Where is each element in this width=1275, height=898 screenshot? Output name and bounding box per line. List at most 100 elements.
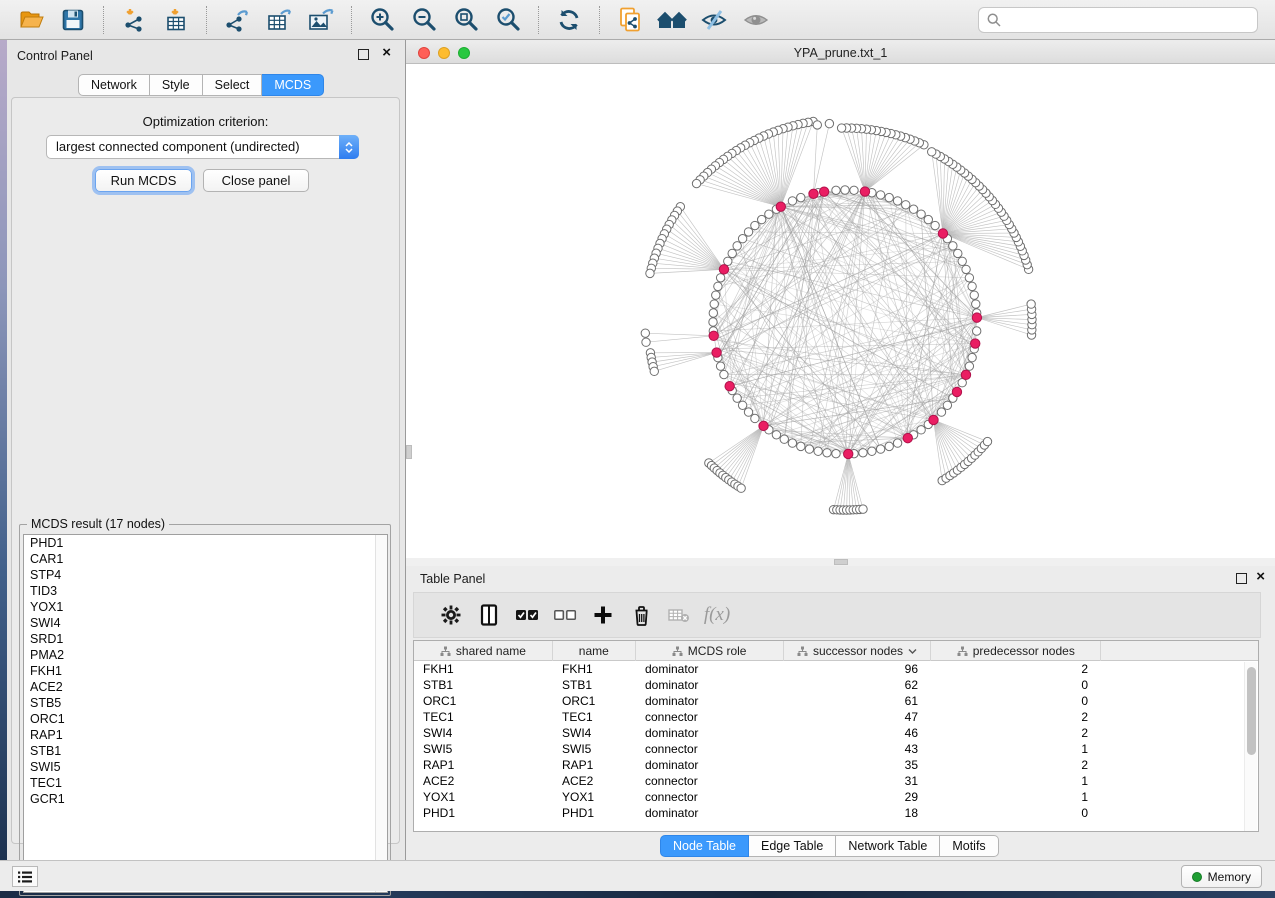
table-row[interactable]: TEC1TEC1connector472 — [414, 709, 1258, 725]
mcds-result-item[interactable]: TID3 — [24, 583, 387, 599]
zoom-in-icon[interactable] — [365, 4, 399, 36]
delete-row-icon[interactable] — [622, 600, 660, 630]
mcds-result-item[interactable]: TEC1 — [24, 775, 387, 791]
mcds-result-item[interactable]: FKH1 — [24, 663, 387, 679]
task-history-button[interactable] — [12, 866, 38, 887]
table-row[interactable]: STB1STB1dominator620 — [414, 677, 1258, 693]
deselect-all-icon[interactable] — [546, 600, 584, 630]
table-tab-edge-table[interactable]: Edge Table — [749, 835, 836, 857]
copy-network-icon[interactable] — [613, 4, 647, 36]
table-tab-node-table[interactable]: Node Table — [660, 835, 749, 857]
mcds-list-scrollbar[interactable] — [375, 535, 387, 892]
hide-selected-icon[interactable] — [697, 4, 731, 36]
dominator-node[interactable] — [712, 348, 721, 357]
mcds-result-item[interactable]: ORC1 — [24, 711, 387, 727]
table-tab-motifs[interactable]: Motifs — [940, 835, 998, 857]
close-table-panel-icon[interactable]: × — [1256, 568, 1265, 586]
mcds-result-item[interactable]: ACE2 — [24, 679, 387, 695]
tab-style[interactable]: Style — [150, 74, 203, 96]
horizontal-splitter[interactable] — [406, 558, 1275, 566]
table-row[interactable]: FKH1FKH1dominator962 — [414, 661, 1258, 677]
open-session-icon[interactable] — [14, 4, 48, 36]
mcds-result-item[interactable]: CAR1 — [24, 551, 387, 567]
dominator-node[interactable] — [709, 331, 718, 340]
export-table-icon[interactable] — [262, 4, 296, 36]
float-panel-icon[interactable] — [358, 49, 369, 60]
memory-button[interactable]: Memory — [1181, 865, 1262, 888]
mcds-result-item[interactable]: SRD1 — [24, 631, 387, 647]
table-row[interactable]: RAP1RAP1dominator352 — [414, 757, 1258, 773]
mcds-result-item[interactable]: RAP1 — [24, 727, 387, 743]
mcds-result-item[interactable]: GCR1 — [24, 791, 387, 807]
dominator-node[interactable] — [759, 421, 768, 430]
dominator-node[interactable] — [971, 339, 980, 348]
show-columns-icon[interactable] — [470, 600, 508, 630]
zoom-selected-icon[interactable] — [491, 4, 525, 36]
close-panel-icon[interactable]: × — [382, 44, 391, 62]
dominator-node[interactable] — [972, 313, 981, 322]
table-row[interactable]: PHD1PHD1dominator180 — [414, 805, 1258, 821]
import-table-icon[interactable] — [159, 4, 193, 36]
settings-icon[interactable] — [432, 600, 470, 630]
vertical-splitter-handle[interactable] — [406, 445, 412, 459]
mcds-result-item[interactable]: STB5 — [24, 695, 387, 711]
column-header-successor-nodes[interactable]: successor nodes — [784, 641, 932, 661]
table-row[interactable]: ACE2ACE2connector311 — [414, 773, 1258, 789]
mcds-result-item[interactable]: STP4 — [24, 567, 387, 583]
mcds-result-item[interactable]: PMA2 — [24, 647, 387, 663]
dominator-node[interactable] — [776, 202, 785, 211]
horizontal-splitter-handle[interactable] — [834, 559, 848, 565]
dominator-node[interactable] — [719, 265, 728, 274]
mcds-result-item[interactable]: PHD1 — [24, 535, 387, 551]
save-session-icon[interactable] — [56, 4, 90, 36]
column-header-name[interactable]: name — [553, 641, 636, 661]
zoom-fit-icon[interactable] — [449, 4, 483, 36]
column-header-predecessor-nodes[interactable]: predecessor nodes — [931, 641, 1101, 661]
table-scrollbar[interactable] — [1244, 662, 1257, 831]
table-row[interactable]: SWI5SWI5connector431 — [414, 741, 1258, 757]
import-network-icon[interactable] — [117, 4, 151, 36]
table-tab-network-table[interactable]: Network Table — [836, 835, 940, 857]
mcds-result-item[interactable]: SWI4 — [24, 615, 387, 631]
search-input[interactable] — [1007, 13, 1257, 27]
mcds-result-item[interactable]: SWI5 — [24, 759, 387, 775]
dominator-node[interactable] — [961, 370, 970, 379]
show-graphics-icon[interactable] — [739, 4, 773, 36]
select-all-icon[interactable] — [508, 600, 546, 630]
column-header-shared-name[interactable]: shared name — [414, 641, 553, 661]
dominator-node[interactable] — [938, 229, 947, 238]
dominator-node[interactable] — [929, 415, 938, 424]
run-mcds-button[interactable]: Run MCDS — [95, 169, 192, 192]
criterion-dropdown[interactable]: largest connected component (undirected) — [46, 135, 359, 159]
table-row[interactable]: ORC1ORC1dominator610 — [414, 693, 1258, 709]
node-table[interactable]: shared namenameMCDS rolesuccessor nodesp… — [413, 640, 1259, 832]
dominator-node[interactable] — [903, 433, 912, 442]
search-box[interactable] — [978, 7, 1258, 33]
network-titlebar[interactable]: YPA_prune.txt_1 — [406, 42, 1275, 64]
tab-mcds[interactable]: MCDS — [262, 74, 324, 96]
column-header-MCDS-role[interactable]: MCDS role — [636, 641, 784, 661]
refresh-icon[interactable] — [552, 4, 586, 36]
mcds-result-item[interactable]: YOX1 — [24, 599, 387, 615]
dominator-node[interactable] — [819, 187, 828, 196]
zoom-out-icon[interactable] — [407, 4, 441, 36]
tab-select[interactable]: Select — [203, 74, 263, 96]
network-canvas[interactable] — [406, 64, 1275, 558]
dominator-node[interactable] — [809, 189, 818, 198]
dominator-node[interactable] — [860, 187, 869, 196]
export-image-icon[interactable] — [304, 4, 338, 36]
mcds-result-list[interactable]: PHD1CAR1STP4TID3YOX1SWI4SRD1PMA2FKH1ACE2… — [23, 534, 388, 893]
dominator-node[interactable] — [952, 387, 961, 396]
table-row[interactable]: SWI4SWI4dominator462 — [414, 725, 1258, 741]
mcds-result-item[interactable]: STB1 — [24, 743, 387, 759]
first-neighbors-icon[interactable] — [655, 4, 689, 36]
table-row[interactable]: YOX1YOX1connector291 — [414, 789, 1258, 805]
dominator-node[interactable] — [844, 449, 853, 458]
network-graph[interactable] — [406, 64, 1275, 558]
dominator-node[interactable] — [725, 381, 734, 390]
table-scrollbar-thumb[interactable] — [1247, 667, 1256, 755]
close-panel-button[interactable]: Close panel — [203, 169, 309, 192]
export-network-icon[interactable] — [220, 4, 254, 36]
add-row-icon[interactable] — [584, 600, 622, 630]
float-table-panel-icon[interactable] — [1236, 573, 1247, 584]
